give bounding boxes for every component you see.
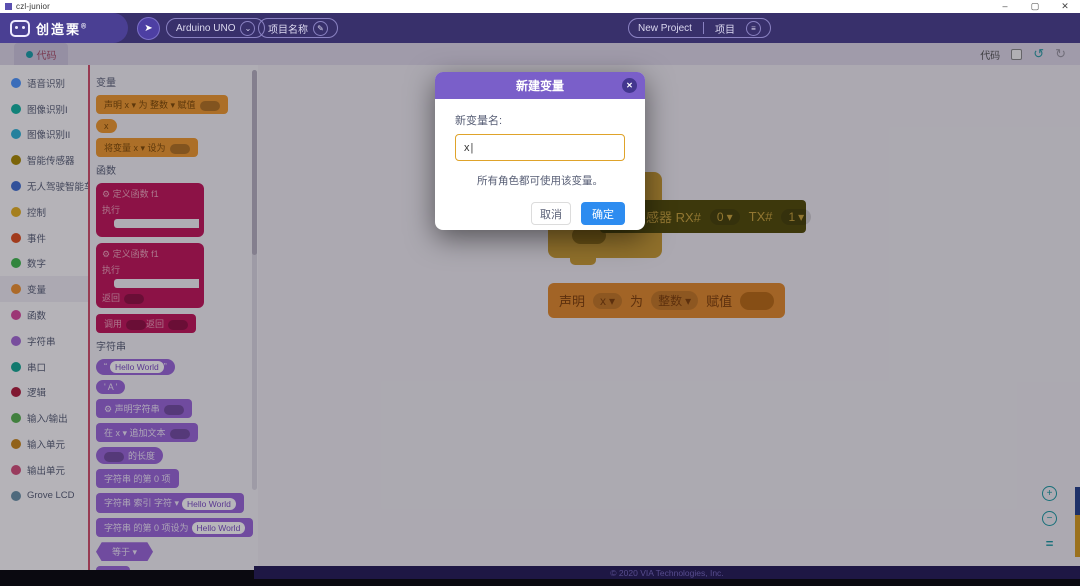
ok-button[interactable]: 确定: [581, 202, 625, 225]
maximize-button[interactable]: ▢: [1020, 0, 1050, 13]
app-icon: [5, 3, 12, 10]
dialog-title: 新建变量: [515, 79, 564, 93]
dialog-buttons: 取消 确定: [455, 202, 625, 225]
project-menu-button[interactable]: 项目: [715, 21, 735, 36]
device-selector[interactable]: Arduino UNO ⌄: [166, 18, 266, 38]
project-name-field[interactable]: 项目名称 ✎: [258, 18, 338, 38]
divider: [702, 22, 704, 34]
new-project-button[interactable]: New Project: [638, 23, 692, 34]
brand-logo: 创造栗®: [0, 13, 128, 43]
cancel-button[interactable]: 取消: [531, 202, 571, 225]
text-caret: |: [470, 141, 474, 154]
chevron-down-icon: ⌄: [240, 20, 256, 36]
variable-name-label: 新变量名:: [455, 115, 503, 127]
window-title: czl-junior: [16, 2, 51, 11]
dialog-header: 新建变量 ✕: [435, 72, 645, 99]
device-connect-button[interactable]: ➤: [137, 17, 160, 40]
app-header: 创造栗® ➤ Arduino UNO ⌄ 项目名称 ✎ New Project …: [0, 13, 1080, 43]
window-controls: – ▢ ✕: [990, 0, 1080, 13]
variable-name-input[interactable]: x |: [455, 134, 625, 161]
robot-icon: [10, 19, 30, 37]
os-titlebar: czl-junior – ▢ ✕: [0, 0, 1080, 14]
menu-icon[interactable]: ≡: [746, 20, 761, 36]
close-button[interactable]: ✕: [1050, 0, 1080, 13]
connect-icon: ➤: [144, 23, 153, 34]
app-window: czl-junior – ▢ ✕ 创造栗® ➤ Arduino UNO ⌄ 项目…: [0, 0, 1080, 586]
pencil-icon: ✎: [313, 20, 328, 36]
dialog-close-icon[interactable]: ✕: [622, 78, 637, 93]
new-variable-dialog: 新建变量 ✕ 新变量名: x | 所有角色都可使用该变量。 取消 确定: [435, 72, 645, 230]
minimize-button[interactable]: –: [990, 0, 1020, 13]
brand-name: 创造栗®: [36, 21, 87, 37]
project-group: New Project 项目 ≡: [628, 18, 771, 38]
dialog-note: 所有角色都可使用该变量。: [477, 175, 603, 187]
